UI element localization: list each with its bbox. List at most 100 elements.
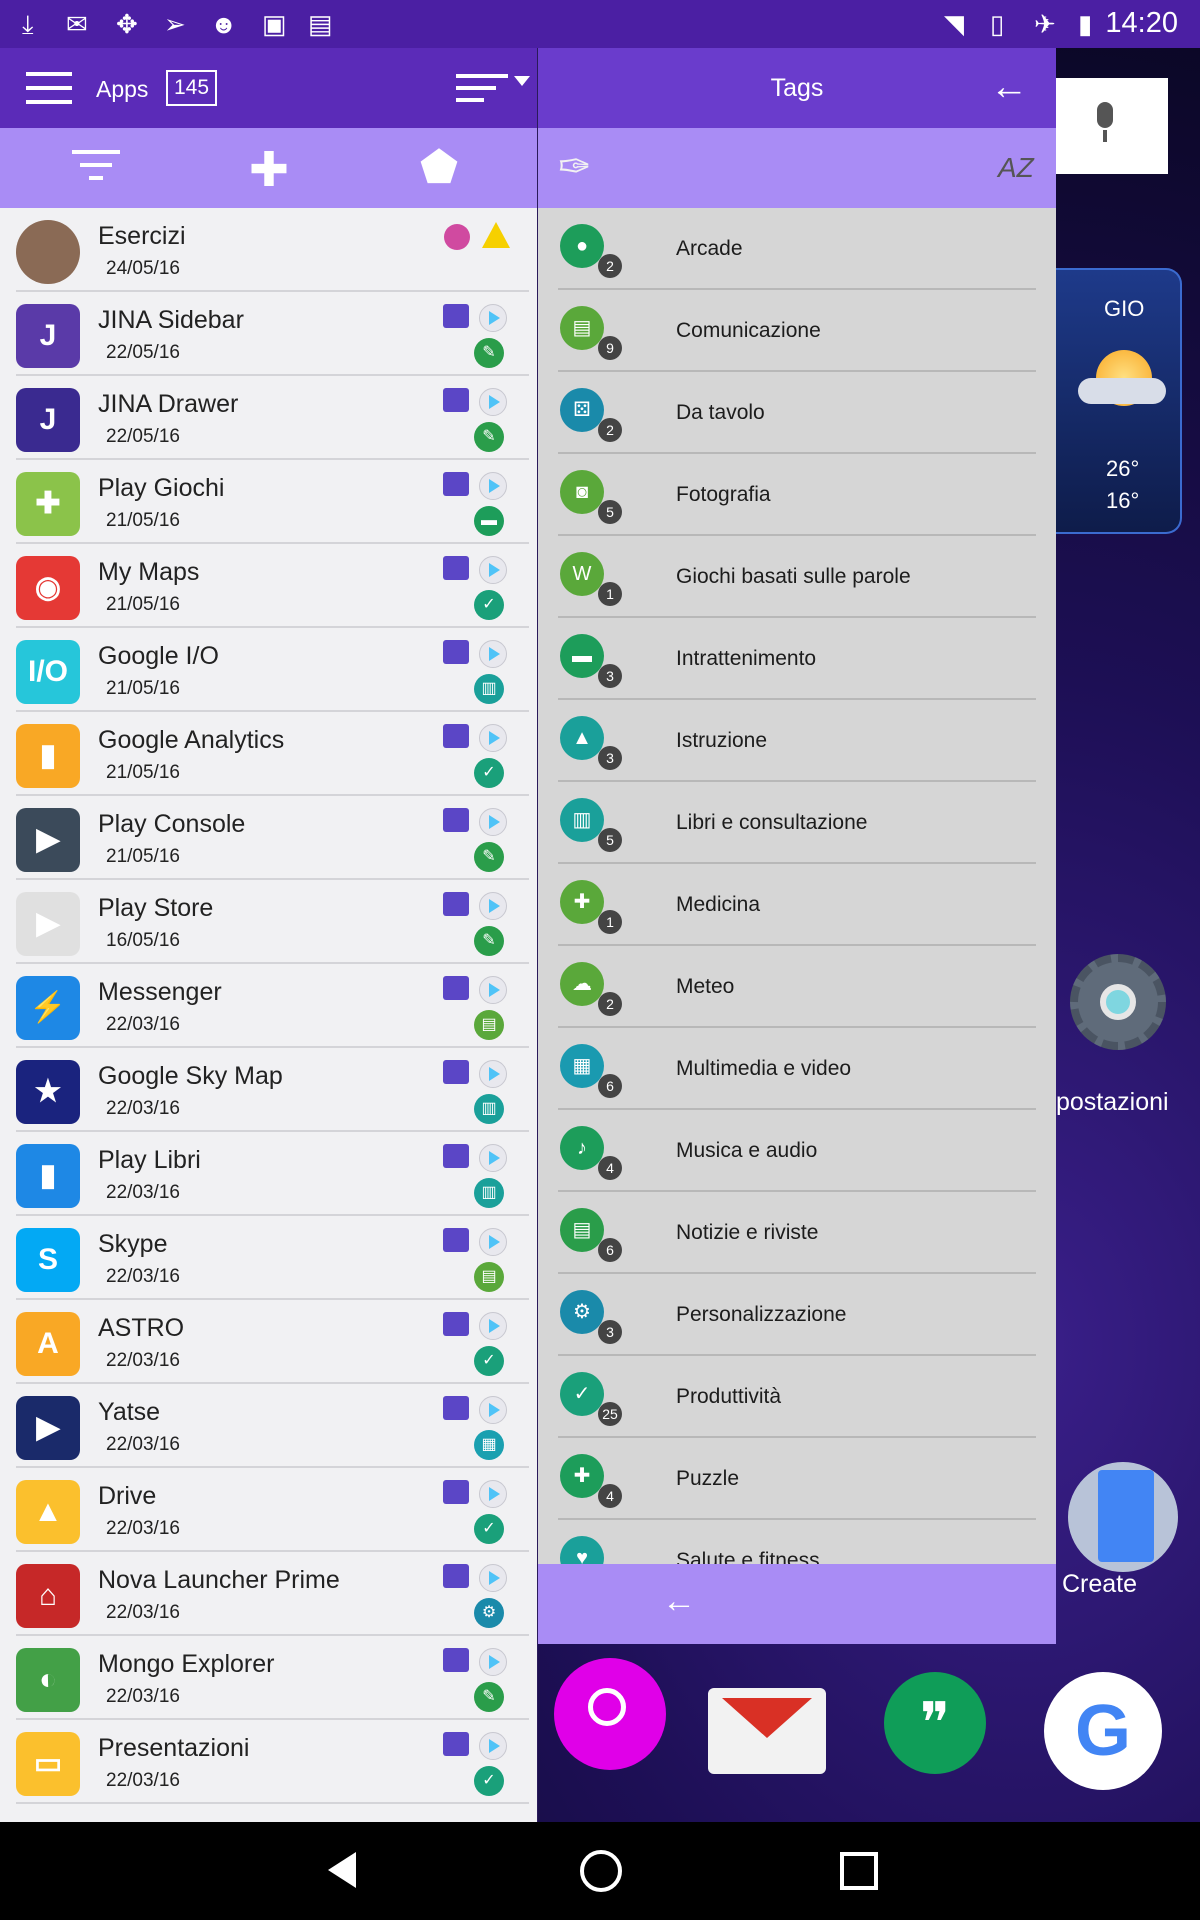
tag-category-icon: ▤: [560, 1208, 604, 1252]
app-row[interactable]: J JINA Sidebar 22/05/16 ✎: [0, 292, 537, 376]
tag-row[interactable]: ✓ 25 Produttività: [538, 1356, 1056, 1438]
app-row[interactable]: ★ Google Sky Map 22/03/16 ▥: [0, 1048, 537, 1132]
category-tag-icon[interactable]: ✎: [474, 842, 504, 872]
app-row[interactable]: ▭ Presentazioni 22/03/16 ✓: [0, 1720, 537, 1804]
tag-label: Puzzle: [676, 1467, 740, 1490]
play-store-icon: [479, 640, 507, 668]
voice-search-box[interactable]: [1056, 78, 1168, 174]
app-row[interactable]: ▶ Play Console 21/05/16 ✎: [0, 796, 537, 880]
app-name: Play Console: [98, 810, 246, 838]
weather-widget[interactable]: GIO 26° 16°: [1056, 268, 1182, 534]
sort-az-icon[interactable]: AZ: [998, 152, 1034, 184]
home-nav-icon[interactable]: [580, 1850, 622, 1892]
category-tag-icon[interactable]: ✓: [474, 1514, 504, 1544]
menu-icon[interactable]: [26, 72, 72, 104]
app-row[interactable]: I/O Google I/O 21/05/16 ▥: [0, 628, 537, 712]
app-name: Play Giochi: [98, 474, 225, 502]
category-tag-icon[interactable]: ✎: [474, 926, 504, 956]
tag-count-badge: 3: [598, 664, 622, 688]
no-sim-icon: ▯: [990, 9, 1005, 39]
category-tag-icon[interactable]: ✓: [474, 1766, 504, 1796]
tag-row[interactable]: ♪ 4 Musica e audio: [538, 1110, 1056, 1192]
tag-row[interactable]: W 1 Giochi basati sulle parole: [538, 536, 1056, 618]
back-nav-icon[interactable]: [328, 1852, 356, 1888]
play-store-icon: [479, 976, 507, 1004]
app-row[interactable]: A ASTRO 22/03/16 ✓: [0, 1300, 537, 1384]
tag-row[interactable]: ▦ 6 Multimedia e video: [538, 1028, 1056, 1110]
play-store-icon: [479, 1396, 507, 1424]
tag-icon[interactable]: ⬟: [414, 144, 464, 192]
tag-row[interactable]: ▬ 3 Intrattenimento: [538, 618, 1056, 700]
google-dock-icon[interactable]: G: [1044, 1672, 1162, 1790]
app-icon: I/O: [16, 640, 80, 704]
pin-icon[interactable]: ✑: [558, 144, 592, 190]
app-row[interactable]: ✚ Play Giochi 21/05/16 ▬: [0, 460, 537, 544]
filter-icon[interactable]: [72, 150, 120, 186]
app-row[interactable]: S Skype 22/03/16 ▤: [0, 1216, 537, 1300]
tag-row[interactable]: ▥ 5 Libri e consultazione: [538, 782, 1056, 864]
app-row[interactable]: ▶ Yatse 22/03/16 ▦: [0, 1384, 537, 1468]
gmail-dock-icon[interactable]: [708, 1688, 826, 1774]
tag-row[interactable]: ▤ 6 Notizie e riviste: [538, 1192, 1056, 1274]
category-tag-icon[interactable]: ✓: [474, 1346, 504, 1376]
app-row[interactable]: ▲ Drive 22/03/16 ✓: [0, 1468, 537, 1552]
tag-row[interactable]: ▤ 9 Comunicazione: [538, 290, 1056, 372]
play-store-icon: [479, 388, 507, 416]
category-tag-icon[interactable]: ▤: [474, 1262, 504, 1292]
app-icon: ◐: [16, 1648, 80, 1712]
tag-count-badge: 2: [598, 418, 622, 442]
hangouts-dock-icon[interactable]: ❞: [884, 1672, 986, 1774]
tag-row[interactable]: ▲ 3 Istruzione: [538, 700, 1056, 782]
tag-row[interactable]: ✚ 4 Puzzle: [538, 1438, 1056, 1520]
tags-header: Tags ←: [538, 48, 1056, 128]
category-tag-icon[interactable]: ⚙: [474, 1598, 504, 1628]
app-row[interactable]: ◉ My Maps 21/05/16 ✓: [0, 544, 537, 628]
android-robot-icon: [443, 808, 469, 832]
app-row[interactable]: ▮ Play Libri 22/03/16 ▥: [0, 1132, 537, 1216]
category-tag-icon[interactable]: ▬: [474, 506, 504, 536]
category-tag-icon[interactable]: ▥: [474, 674, 504, 704]
category-tag-icon[interactable]: ✎: [474, 338, 504, 368]
category-tag-icon[interactable]: ▥: [474, 1094, 504, 1124]
category-tag-icon[interactable]: ▥: [474, 1178, 504, 1208]
tag-count-badge: 6: [598, 1074, 622, 1098]
apps-count-badge: 145: [166, 70, 218, 106]
temp-high: 26°: [1106, 456, 1140, 481]
recents-nav-icon[interactable]: [840, 1852, 878, 1890]
category-tag-icon[interactable]: ✎: [474, 422, 504, 452]
tag-row[interactable]: ✚ 1 Medicina: [538, 864, 1056, 946]
tag-row[interactable]: ♥ Salute e fitness: [538, 1520, 1056, 1564]
search-dock-icon[interactable]: [554, 1658, 666, 1770]
app-row[interactable]: ⚡ Messenger 22/03/16 ▤: [0, 964, 537, 1048]
category-tag-icon[interactable]: ✓: [474, 590, 504, 620]
docs-create-shortcut[interactable]: Create: [1056, 1434, 1200, 1604]
settings-shortcut[interactable]: postazioni: [1056, 950, 1200, 1120]
app-row[interactable]: ◐ Mongo Explorer 22/03/16 ✎: [0, 1636, 537, 1720]
tag-category-icon: ♪: [560, 1126, 604, 1170]
android-robot-icon: [443, 640, 469, 664]
back-arrow-icon[interactable]: ←: [990, 66, 1028, 109]
gamepad-icon[interactable]: ✚: [244, 146, 294, 196]
category-tag-icon[interactable]: ✎: [474, 1682, 504, 1712]
play-store-icon: [479, 472, 507, 500]
app-icon: ◉: [16, 556, 80, 620]
tag-row[interactable]: ☁ 2 Meteo: [538, 946, 1056, 1028]
app-row[interactable]: J JINA Drawer 22/05/16 ✎: [0, 376, 537, 460]
tag-row[interactable]: ● 2 Arcade: [538, 208, 1056, 290]
category-tag-icon[interactable]: ▤: [474, 1010, 504, 1040]
tag-row[interactable]: ⚄ 2 Da tavolo: [538, 372, 1056, 454]
app-row[interactable]: ▮ Google Analytics 21/05/16 ✓: [0, 712, 537, 796]
category-tag-icon[interactable]: ▦: [474, 1430, 504, 1460]
app-date: 22/05/16: [106, 342, 180, 363]
app-name: Messenger: [98, 978, 222, 1006]
app-row[interactable]: ▶ Play Store 16/05/16 ✎: [0, 880, 537, 964]
sort-icon[interactable]: [456, 70, 532, 110]
app-list: Esercizi 24/05/16 J JINA Sidebar 22/05/16 ✎ J J…: [0, 208, 537, 1822]
tag-row[interactable]: ⚙ 3 Personalizzazione: [538, 1274, 1056, 1356]
footer-back-arrow-icon[interactable]: ←: [662, 1582, 696, 1621]
app-icon: ★: [16, 1060, 80, 1124]
tag-row[interactable]: ◙ 5 Fotografia: [538, 454, 1056, 536]
category-tag-icon[interactable]: ✓: [474, 758, 504, 788]
app-row[interactable]: ⌂ Nova Launcher Prime 22/03/16 ⚙: [0, 1552, 537, 1636]
app-row[interactable]: Esercizi 24/05/16: [0, 208, 537, 292]
